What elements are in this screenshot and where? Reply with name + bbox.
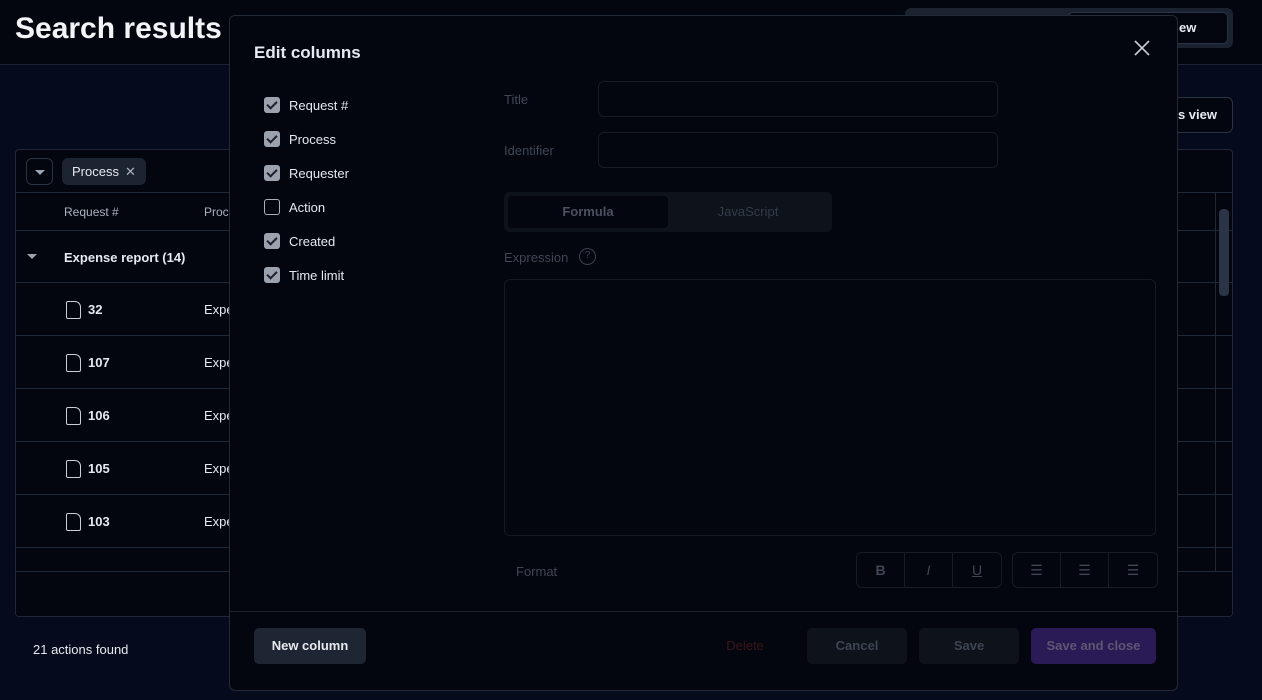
checkbox-checked[interactable] bbox=[264, 233, 280, 249]
cancel-button[interactable]: Cancel bbox=[807, 628, 907, 664]
align-left-icon[interactable]: ☰ bbox=[1013, 553, 1061, 587]
column-label: Request # bbox=[289, 97, 349, 113]
file-gear-icon bbox=[66, 407, 81, 425]
tab-javascript[interactable]: JavaScript bbox=[668, 196, 828, 228]
edit-columns-dialog: Edit columns Request # Process Requester… bbox=[229, 15, 1178, 691]
text-style-group: B I U bbox=[856, 552, 1002, 588]
results-count: 21 actions found bbox=[33, 642, 129, 657]
column-header-process[interactable]: Proc bbox=[204, 205, 229, 219]
checkbox-checked[interactable] bbox=[264, 165, 280, 181]
group-dropdown-button[interactable] bbox=[26, 158, 53, 185]
identifier-label: Identifier bbox=[504, 143, 554, 158]
alignment-group: ☰ ☰ ☰ bbox=[1012, 552, 1158, 588]
checkbox-unchecked[interactable] bbox=[264, 199, 280, 215]
group-label: Expense report (14) bbox=[64, 250, 186, 265]
scrollbar[interactable] bbox=[1215, 193, 1232, 571]
identifier-input[interactable] bbox=[598, 132, 998, 168]
request-id[interactable]: 105 bbox=[88, 461, 110, 476]
file-gear-icon bbox=[66, 513, 81, 531]
save-button[interactable]: Save bbox=[919, 628, 1019, 664]
column-checkbox-requester[interactable]: Requester bbox=[264, 156, 349, 190]
bold-button[interactable]: B bbox=[857, 553, 905, 587]
checkbox-checked[interactable] bbox=[264, 97, 280, 113]
format-label: Format bbox=[516, 564, 558, 579]
align-center-icon[interactable]: ☰ bbox=[1061, 553, 1109, 587]
footer-divider bbox=[230, 611, 1177, 612]
title-input[interactable] bbox=[598, 81, 998, 117]
column-checkbox-time-limit[interactable]: Time limit bbox=[264, 258, 349, 292]
file-gear-icon bbox=[66, 354, 81, 372]
checkbox-checked[interactable] bbox=[264, 131, 280, 147]
italic-button[interactable]: I bbox=[905, 553, 953, 587]
new-column-button[interactable]: New column bbox=[254, 628, 366, 664]
close-icon[interactable]: ✕ bbox=[125, 164, 136, 179]
column-list: Request # Process Requester Action Creat… bbox=[264, 88, 349, 292]
expression-label: Expression bbox=[504, 250, 569, 265]
request-id[interactable]: 103 bbox=[88, 514, 110, 529]
caret-down-icon[interactable] bbox=[27, 254, 37, 264]
tab-formula[interactable]: Formula bbox=[508, 196, 668, 228]
column-label: Action bbox=[289, 199, 326, 215]
request-id[interactable]: 106 bbox=[88, 408, 110, 423]
column-checkbox-action[interactable]: Action bbox=[264, 190, 349, 224]
column-label: Time limit bbox=[289, 267, 345, 283]
filter-chip[interactable]: Process ✕ bbox=[62, 158, 146, 185]
request-id[interactable]: 107 bbox=[88, 355, 110, 370]
filter-chip-label: Process bbox=[72, 164, 119, 179]
help-icon[interactable]: ? bbox=[579, 248, 596, 265]
expression-editor[interactable] bbox=[504, 279, 1156, 536]
column-checkbox-process[interactable]: Process bbox=[264, 122, 349, 156]
checkbox-checked[interactable] bbox=[264, 267, 280, 283]
request-id[interactable]: 32 bbox=[88, 302, 102, 317]
expression-type-tabs: Formula JavaScript bbox=[504, 192, 832, 232]
align-right-icon[interactable]: ☰ bbox=[1109, 553, 1157, 587]
page-title: Search results bbox=[15, 12, 222, 45]
column-checkbox-request[interactable]: Request # bbox=[264, 88, 349, 122]
column-checkbox-created[interactable]: Created bbox=[264, 224, 349, 258]
dialog-title: Edit columns bbox=[254, 43, 361, 62]
column-label: Requester bbox=[289, 165, 349, 181]
title-label: Title bbox=[504, 92, 529, 107]
column-label: Created bbox=[289, 233, 336, 249]
save-and-close-button[interactable]: Save and close bbox=[1031, 628, 1156, 664]
close-icon[interactable] bbox=[1132, 38, 1152, 58]
scrollbar-thumb[interactable] bbox=[1219, 209, 1229, 296]
delete-button[interactable]: Delete bbox=[710, 628, 780, 664]
column-header-request[interactable]: Request # bbox=[64, 205, 119, 219]
file-gear-icon bbox=[66, 301, 81, 319]
file-gear-icon bbox=[66, 460, 81, 478]
underline-button[interactable]: U bbox=[953, 553, 1001, 587]
column-label: Process bbox=[289, 131, 336, 147]
